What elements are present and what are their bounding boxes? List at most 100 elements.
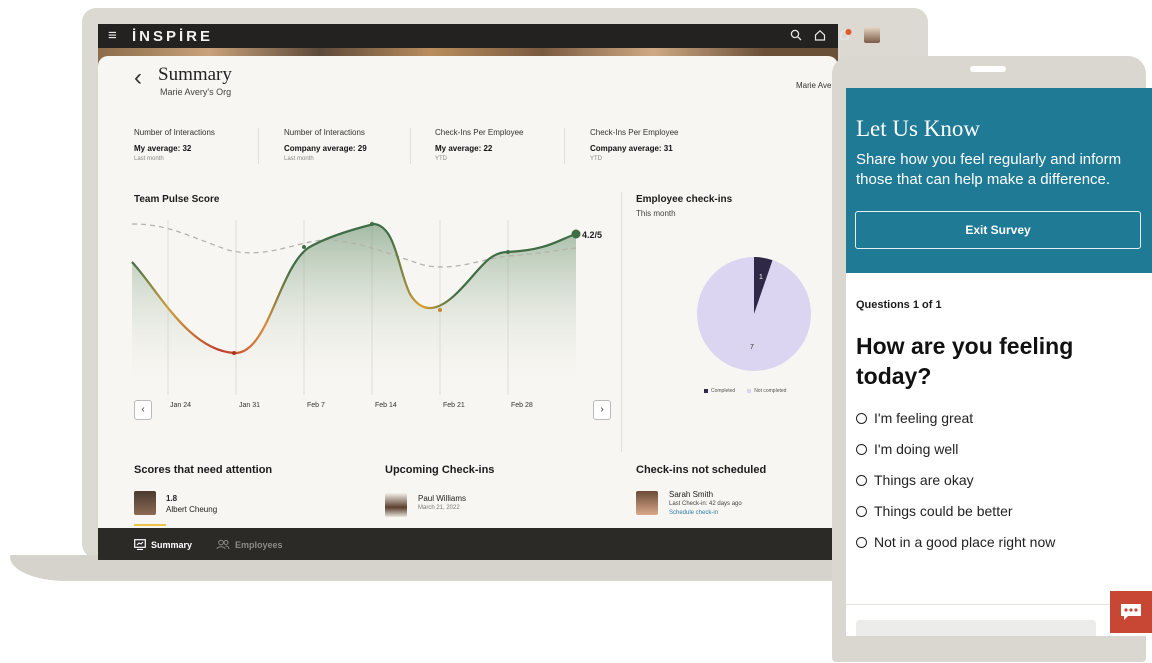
stat-card: Check-Ins Per Employee My average: 22 YT…	[435, 128, 575, 162]
back-icon[interactable]: ‹	[134, 64, 142, 92]
not-scheduled-name[interactable]: Sarah Smith	[669, 490, 713, 499]
option-okay[interactable]: Things are okay	[856, 472, 974, 488]
next-button[interactable]	[856, 620, 1096, 636]
pulse-point	[370, 222, 374, 226]
upcoming-name[interactable]: Paul Williams	[418, 494, 466, 503]
not-scheduled-last: Last Check-in: 42 days ago	[669, 501, 742, 507]
phone-screen: Let Us Know Share how you feel regularly…	[846, 88, 1152, 636]
home-icon[interactable]	[814, 29, 826, 41]
upcoming-title: Upcoming Check-ins	[385, 464, 495, 476]
option-doing-well[interactable]: I'm doing well	[856, 441, 958, 457]
pie-legend: Completed Not completed	[704, 388, 786, 394]
stat-value: My average: 32	[134, 144, 192, 153]
pulse-chart	[131, 220, 581, 395]
radio-icon[interactable]	[856, 505, 867, 517]
chart-prev-button[interactable]: ‹	[134, 400, 152, 420]
bell-icon[interactable]	[838, 28, 852, 42]
top-bar-actions	[790, 27, 880, 43]
attention-title: Scores that need attention	[134, 464, 273, 476]
pulse-current-label: 4.2/5	[582, 230, 603, 240]
option-feeling-great[interactable]: I'm feeling great	[856, 410, 973, 426]
stat-period: Last month	[134, 156, 164, 162]
x-tick: Jan 24	[170, 402, 192, 409]
pulse-point	[438, 308, 442, 312]
stat-value: Company average: 31	[590, 144, 673, 153]
attention-score: 1.8	[166, 494, 178, 503]
stat-value: Company average: 29	[284, 144, 367, 153]
exit-survey-button[interactable]: Exit Survey	[855, 211, 1141, 249]
stat-label: Check-Ins Per Employee	[435, 128, 524, 137]
not-scheduled-title: Check-ins not scheduled	[636, 464, 767, 476]
divider	[410, 128, 411, 164]
pulse-point	[232, 351, 236, 355]
org-owner: Marie Ave	[796, 81, 832, 90]
attention-name[interactable]: Albert Cheung	[166, 505, 217, 514]
avatar	[385, 493, 407, 517]
stat-period: Last month	[284, 156, 314, 162]
pulse-point	[506, 250, 510, 254]
people-icon	[216, 539, 230, 550]
pulse-current-point	[571, 229, 581, 239]
legend-completed: Completed	[704, 388, 735, 394]
chart-next-button[interactable]: ›	[593, 400, 611, 420]
stat-label: Check-Ins Per Employee	[590, 128, 679, 137]
avatar	[134, 491, 156, 515]
tab-employees[interactable]: Employees	[216, 539, 283, 550]
stat-card: Number of Interactions My average: 32 La…	[134, 128, 274, 162]
divider	[258, 128, 259, 164]
question-count: Questions 1 of 1	[856, 299, 942, 311]
pie-label-completed: 1	[759, 274, 763, 281]
survey-header: Let Us Know Share how you feel regularly…	[846, 88, 1152, 273]
app-brand: İNSPİRE	[132, 28, 214, 45]
phone-speaker	[970, 66, 1006, 72]
chat-button[interactable]	[1110, 591, 1152, 633]
x-tick: Feb 7	[307, 402, 325, 409]
search-icon[interactable]	[790, 29, 802, 41]
radio-icon[interactable]	[856, 536, 867, 548]
stat-card: Check-Ins Per Employee Company average: …	[590, 128, 730, 162]
tab-summary-label: Summary	[151, 539, 193, 550]
survey-description: Share how you feel regularly and inform …	[856, 151, 1122, 188]
pie-label-not-completed: 7	[750, 344, 754, 351]
stat-period: YTD	[590, 156, 602, 162]
summary-icon	[134, 539, 146, 550]
question-text: How are you feeling today?	[856, 333, 1074, 389]
stat-period: YTD	[435, 156, 447, 162]
laptop-screen: ≡ İNSPİRE ‹ Summary Marie Avery's Org Ma…	[98, 24, 838, 560]
page-title: Summary	[158, 64, 232, 85]
checkins-title: Employee check-ins	[636, 194, 733, 205]
stat-label: Number of Interactions	[134, 128, 215, 137]
radio-icon[interactable]	[856, 443, 867, 455]
divider	[846, 604, 1152, 605]
upcoming-date: March 21, 2022	[418, 505, 460, 511]
bottom-tab-bar: Summary Employees	[98, 528, 838, 560]
stat-label: Number of Interactions	[284, 128, 365, 137]
option-label: Not in a good place right now	[874, 534, 1056, 550]
attention-indicator	[134, 524, 166, 526]
stat-card: Number of Interactions Company average: …	[284, 128, 424, 162]
legend-not-completed: Not completed	[747, 388, 786, 394]
top-bar: ≡ İNSPİRE	[98, 24, 838, 48]
divider	[564, 128, 565, 164]
menu-icon[interactable]: ≡	[108, 27, 117, 45]
pulse-title: Team Pulse Score	[134, 194, 220, 205]
radio-icon[interactable]	[856, 412, 867, 424]
avatar	[636, 491, 658, 515]
option-could-be-better[interactable]: Things could be better	[856, 503, 1013, 519]
option-label: I'm doing well	[874, 441, 959, 457]
pulse-area	[132, 224, 576, 395]
radio-icon[interactable]	[856, 474, 867, 486]
avatar[interactable]	[864, 27, 880, 43]
schedule-checkin-link[interactable]: Schedule check-in	[669, 510, 718, 516]
checkins-pie	[697, 257, 811, 371]
option-label: Things could be better	[874, 503, 1013, 519]
tab-employees-label: Employees	[235, 539, 283, 550]
stat-value: My average: 22	[435, 144, 493, 153]
pulse-point	[302, 245, 306, 249]
tab-summary[interactable]: Summary	[134, 539, 192, 550]
x-tick: Feb 28	[511, 402, 533, 409]
x-tick: Feb 14	[375, 402, 397, 409]
survey-title: Let Us Know	[856, 116, 980, 141]
option-not-good[interactable]: Not in a good place right now	[856, 534, 1055, 550]
option-label: Things are okay	[874, 472, 974, 488]
